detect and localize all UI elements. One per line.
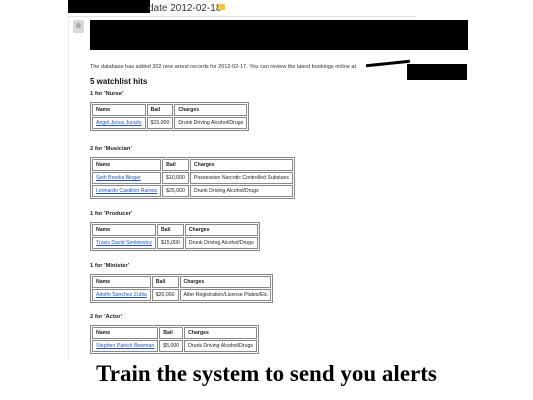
column-header: Name [92,276,151,288]
bail-cell: $5,000 [159,340,184,352]
column-header: Bail [157,224,184,236]
table-row: Seth Brooks Binger $10,000 Possession Narc… [92,172,294,184]
table-row: Travis David Senkiewicz $15,000 Drunk Driv… [92,237,258,249]
column-header: Charges [184,224,258,236]
person-link[interactable]: Travis David Senkiewicz [96,240,152,246]
intro-text: The database has added 302 new arrest re… [90,64,357,70]
table-header-row: Name Bail Charges [92,104,248,116]
table-header-row: Name Bail Charges [92,327,257,339]
redacted-sender [68,0,150,13]
person-link[interactable]: Leonardo Castillon Ramos [96,188,157,194]
bail-cell: $10,000 [162,172,189,184]
avatar[interactable] [73,20,84,33]
column-header: Bail [159,327,184,339]
watchlist-group: 1 for 'Minister' Name Bail Charges Adolfo Sa… [90,263,274,303]
person-link[interactable]: Adolfo Sanchez Zubia [96,292,147,298]
hits-table: Name Bail Charges Travis David Senkiewicz $1… [90,222,260,251]
charges-cell: Drunk Driving Alcohol/Drugs [184,340,257,352]
column-header: Charges [189,159,294,171]
column-header: Name [92,159,162,171]
hits-table: Name Bail Charges Angel Jesus Jurado $15,000… [90,102,250,131]
charges-cell: Alter Registration/License Plates/Etc [179,289,272,301]
group-title: 2 for 'Musician' [90,146,132,152]
bail-cell: $15,000 [146,117,174,129]
group-title: 1 for 'Minister' [90,263,130,269]
person-link[interactable]: Seth Brooks Binger [96,175,141,181]
bail-cell: $15,000 [157,237,184,249]
column-header: Charges [184,327,257,339]
column-header: Name [92,327,159,339]
watchlist-group: 1 for 'Nurse' Name Bail Charges Angel Jesus … [90,91,250,131]
hits-table: Name Bail Charges Seth Brooks Binger $10,000… [90,157,296,199]
bail-cell: $25,000 [162,185,189,197]
caption: Train the system to send you alerts [96,361,437,386]
column-header: Bail [162,159,189,171]
column-header: Name [92,224,157,236]
table-row: Angel Jesus Jurado $15,000 Drunk Driving A… [92,117,248,129]
group-title: 2 for 'Actor' [90,314,123,320]
group-title: 1 for 'Producer' [90,211,133,217]
sidebar-divider [68,16,69,360]
label-icon[interactable] [218,4,225,10]
column-header: Bail [146,104,174,116]
watchlist-group: 2 for 'Musician' Name Bail Charges Seth Broo… [90,146,296,199]
column-header: Charges [174,104,248,116]
email-subject: date 2012-02-18 [148,3,222,14]
person-link[interactable]: Stephen Patrick Bowman [96,343,154,349]
header-divider [68,16,416,17]
table-header-row: Name Bail Charges [92,159,294,171]
watchlist-group: 1 for 'Producer' Name Bail Charges Travis Da… [90,211,260,251]
table-header-row: Name Bail Charges [92,224,258,236]
hits-heading: 5 watchlist hits [90,77,148,86]
name-cell: Adolfo Sanchez Zubia [92,289,151,301]
table-header-row: Name Bail Charges [92,276,272,288]
bail-cell: $20,000 [151,289,179,301]
column-header: Charges [179,276,272,288]
charges-cell: Drunk Driving Alcohol/Drugs [184,237,258,249]
table-row: Leonardo Castillon Ramos $25,000 Drunk Dri… [92,185,294,197]
hits-table: Name Bail Charges Stephen Patrick Bowman $5,… [90,325,259,354]
email-body: The database has added 302 new arrest re… [90,46,470,360]
name-cell: Travis David Senkiewicz [92,237,157,249]
name-cell: Angel Jesus Jurado [92,117,146,129]
charges-cell: Drunk Driving Alcohol/Drugs [174,117,248,129]
name-cell: Stephen Patrick Bowman [92,340,159,352]
column-header: Name [92,104,146,116]
name-cell: Seth Brooks Binger [92,172,162,184]
charges-cell: Possession Narcotic Controlled Substanc [189,172,294,184]
name-cell: Leonardo Castillon Ramos [92,185,162,197]
charges-cell: Drunk Driving Alcohol/Drugs [189,185,294,197]
column-header: Bail [151,276,179,288]
person-link[interactable]: Angel Jesus Jurado [96,120,142,126]
group-title: 1 for 'Nurse' [90,91,124,97]
hits-table: Name Bail Charges Adolfo Sanchez Zubia $20,0… [90,274,274,303]
table-row: Stephen Patrick Bowman $5,000 Drunk Drivin… [92,340,257,352]
watchlist-group: 2 for 'Actor' Name Bail Charges Stephen Patr… [90,314,259,354]
table-row: Adolfo Sanchez Zubia $20,000 Alter Registr… [92,289,272,301]
